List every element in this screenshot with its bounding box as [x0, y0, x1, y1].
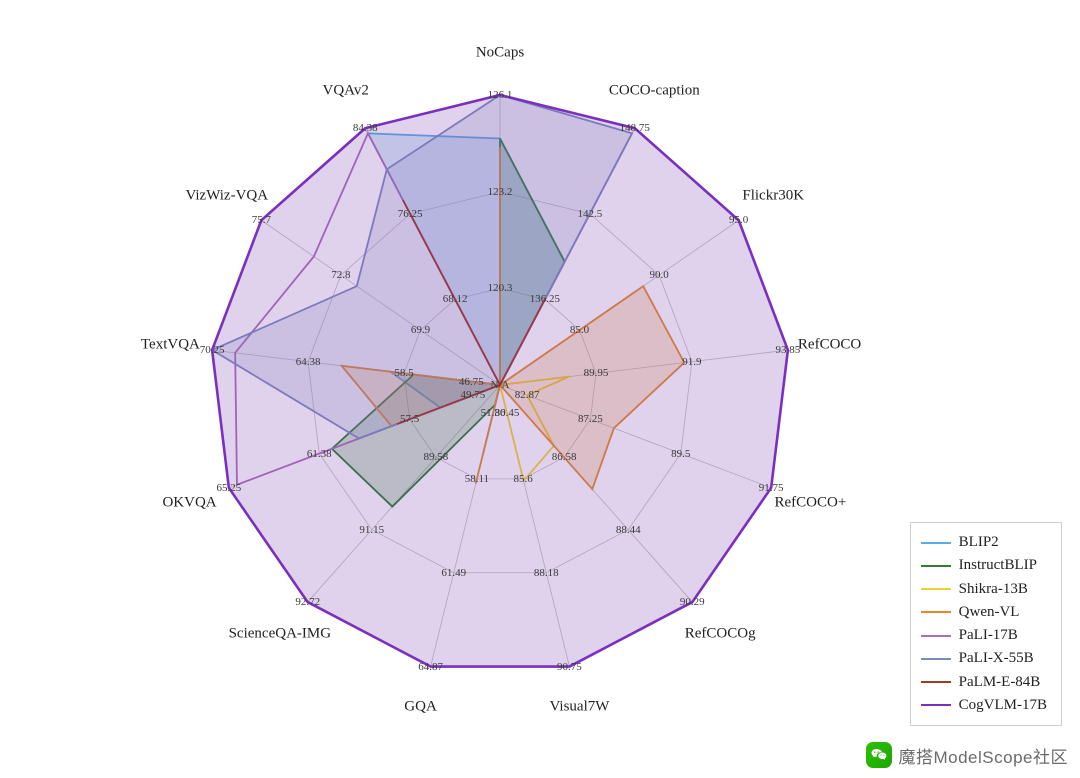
legend-row-PaLI-X-55B: PaLI-X-55B — [921, 647, 1047, 670]
tick-ScienceQA-IMG-2: 92.72 — [295, 596, 320, 608]
tick-extra-OKVQA: 49.75 — [461, 389, 486, 401]
tick-OKVQA-1: 61.38 — [307, 448, 332, 460]
legend-label: BLIP2 — [959, 531, 999, 554]
tick-VQAv2-1: 76.25 — [398, 208, 423, 220]
axis-TextVQA: TextVQA — [141, 336, 200, 353]
legend-swatch — [921, 588, 951, 590]
legend-label: InstructBLIP — [959, 554, 1037, 577]
tick-NoCaps-1: 123.2 — [488, 186, 513, 198]
legend-label: Shikra-13B — [959, 578, 1028, 601]
axis-RefCOCO: RefCOCO — [798, 336, 861, 353]
legend-swatch — [921, 611, 951, 613]
tick-RefCOCO-0: 89.95 — [584, 367, 609, 379]
tick-VQAv2-0: 68.12 — [443, 293, 468, 305]
axis-RefCOCOg: RefCOCOg — [685, 625, 756, 642]
legend-label: CogVLM-17B — [959, 694, 1047, 717]
tick-RefCOCO-1: 91.9 — [682, 356, 701, 368]
axis-OKVQA: OKVQA — [162, 494, 216, 511]
legend-row-PaLM-E-84B: PaLM-E-84B — [921, 671, 1047, 694]
tick-VizWiz-VQA-1: 72.8 — [331, 269, 350, 281]
legend-row-PaLI-17B: PaLI-17B — [921, 624, 1047, 647]
tick-extra-TextVQA: 46.75 — [459, 376, 484, 388]
axis-VizWiz-VQA: VizWiz-VQA — [185, 188, 268, 205]
tick-RefCOCO+-2: 91.75 — [759, 482, 784, 494]
tick-RefCOCO+-0: 87.25 — [578, 413, 603, 425]
tick-extra-GQA: 51.36 — [481, 407, 506, 419]
legend-row-Qwen-VL: Qwen-VL — [921, 601, 1047, 624]
legend-swatch — [921, 704, 951, 706]
tick-TextVQA-1: 64.38 — [296, 356, 321, 368]
tick-Visual7W-0: 85.6 — [514, 473, 533, 485]
tick-COCO-caption-1: 142.5 — [577, 208, 602, 220]
tick-RefCOCO+-1: 89.5 — [671, 448, 690, 460]
tick-Visual7W-1: 88.18 — [534, 567, 559, 579]
legend-swatch — [921, 658, 951, 660]
center-label: N/A — [491, 379, 510, 391]
radar-chart: NoCaps 120.3 123.2 126.1 COCO-caption 136.25 1… — [0, 0, 1080, 778]
legend-label: PaLI-17B — [959, 624, 1018, 647]
tick-ScienceQA-IMG-0: 89.58 — [424, 451, 449, 463]
axis-Visual7W: Visual7W — [549, 699, 609, 716]
tick-RefCOCOg-2: 90.29 — [680, 596, 705, 608]
axis-Flickr30K: Flickr30K — [742, 188, 804, 205]
legend-swatch — [921, 681, 951, 683]
tick-COCO-caption-0: 136.25 — [530, 293, 560, 305]
axis-ScienceQA-IMG: ScienceQA-IMG — [229, 625, 331, 642]
legend-label: PaLI-X-55B — [959, 647, 1034, 670]
tick-Visual7W-2: 90.75 — [557, 661, 582, 673]
legend-label: Qwen-VL — [959, 601, 1020, 624]
tick-OKVQA-0: 57.5 — [400, 413, 419, 425]
tick-VQAv2-2: 84.38 — [353, 122, 378, 134]
legend-swatch — [921, 542, 951, 544]
axis-RefCOCO+: RefCOCO+ — [775, 494, 847, 511]
legend-row-Shikra-13B: Shikra-13B — [921, 578, 1047, 601]
tick-TextVQA-2: 70.25 — [200, 344, 225, 356]
tick-Flickr30K-1: 90.0 — [649, 269, 668, 281]
legend: BLIP2InstructBLIPShikra-13BQwen-VLPaLI-1… — [910, 522, 1062, 726]
axis-NoCaps: NoCaps — [476, 45, 524, 62]
axis-GQA: GQA — [404, 699, 437, 716]
axis-VQAv2: VQAv2 — [323, 83, 369, 100]
tick-extra-RefCOCO+: 82.87 — [515, 389, 540, 401]
legend-label: PaLM-E-84B — [959, 671, 1041, 694]
tick-RefCOCOg-1: 88.44 — [616, 524, 641, 536]
tick-VizWiz-VQA-0: 69.9 — [411, 324, 430, 336]
tick-Flickr30K-2: 95.0 — [729, 214, 748, 226]
tick-Flickr30K-0: 85.0 — [570, 324, 589, 336]
tick-OKVQA-2: 65.25 — [216, 482, 241, 494]
tick-NoCaps-2: 126.1 — [488, 89, 513, 101]
tick-GQA-2: 64.87 — [418, 661, 443, 673]
legend-row-InstructBLIP: InstructBLIP — [921, 554, 1047, 577]
footer-attribution: 魔搭ModelScope社区 — [866, 742, 1068, 768]
tick-GQA-0: 58.11 — [465, 473, 489, 485]
tick-GQA-1: 61.49 — [441, 567, 466, 579]
legend-row-CogVLM-17B: CogVLM-17B — [921, 694, 1047, 717]
legend-row-BLIP2: BLIP2 — [921, 531, 1047, 554]
tick-VizWiz-VQA-2: 75.7 — [252, 214, 271, 226]
legend-swatch — [921, 565, 951, 567]
tick-TextVQA-0: 58.5 — [394, 367, 413, 379]
axis-COCO-caption: COCO-caption — [609, 83, 700, 100]
wechat-icon — [866, 742, 892, 768]
tick-ScienceQA-IMG-1: 91.15 — [359, 524, 384, 536]
legend-swatch — [921, 635, 951, 637]
tick-RefCOCO-2: 93.85 — [776, 344, 801, 356]
footer-text: 魔搭ModelScope社区 — [898, 743, 1068, 768]
tick-NoCaps-0: 120.3 — [488, 282, 513, 294]
tick-RefCOCOg-0: 86.58 — [552, 451, 577, 463]
tick-COCO-caption-2: 148.75 — [620, 122, 650, 134]
